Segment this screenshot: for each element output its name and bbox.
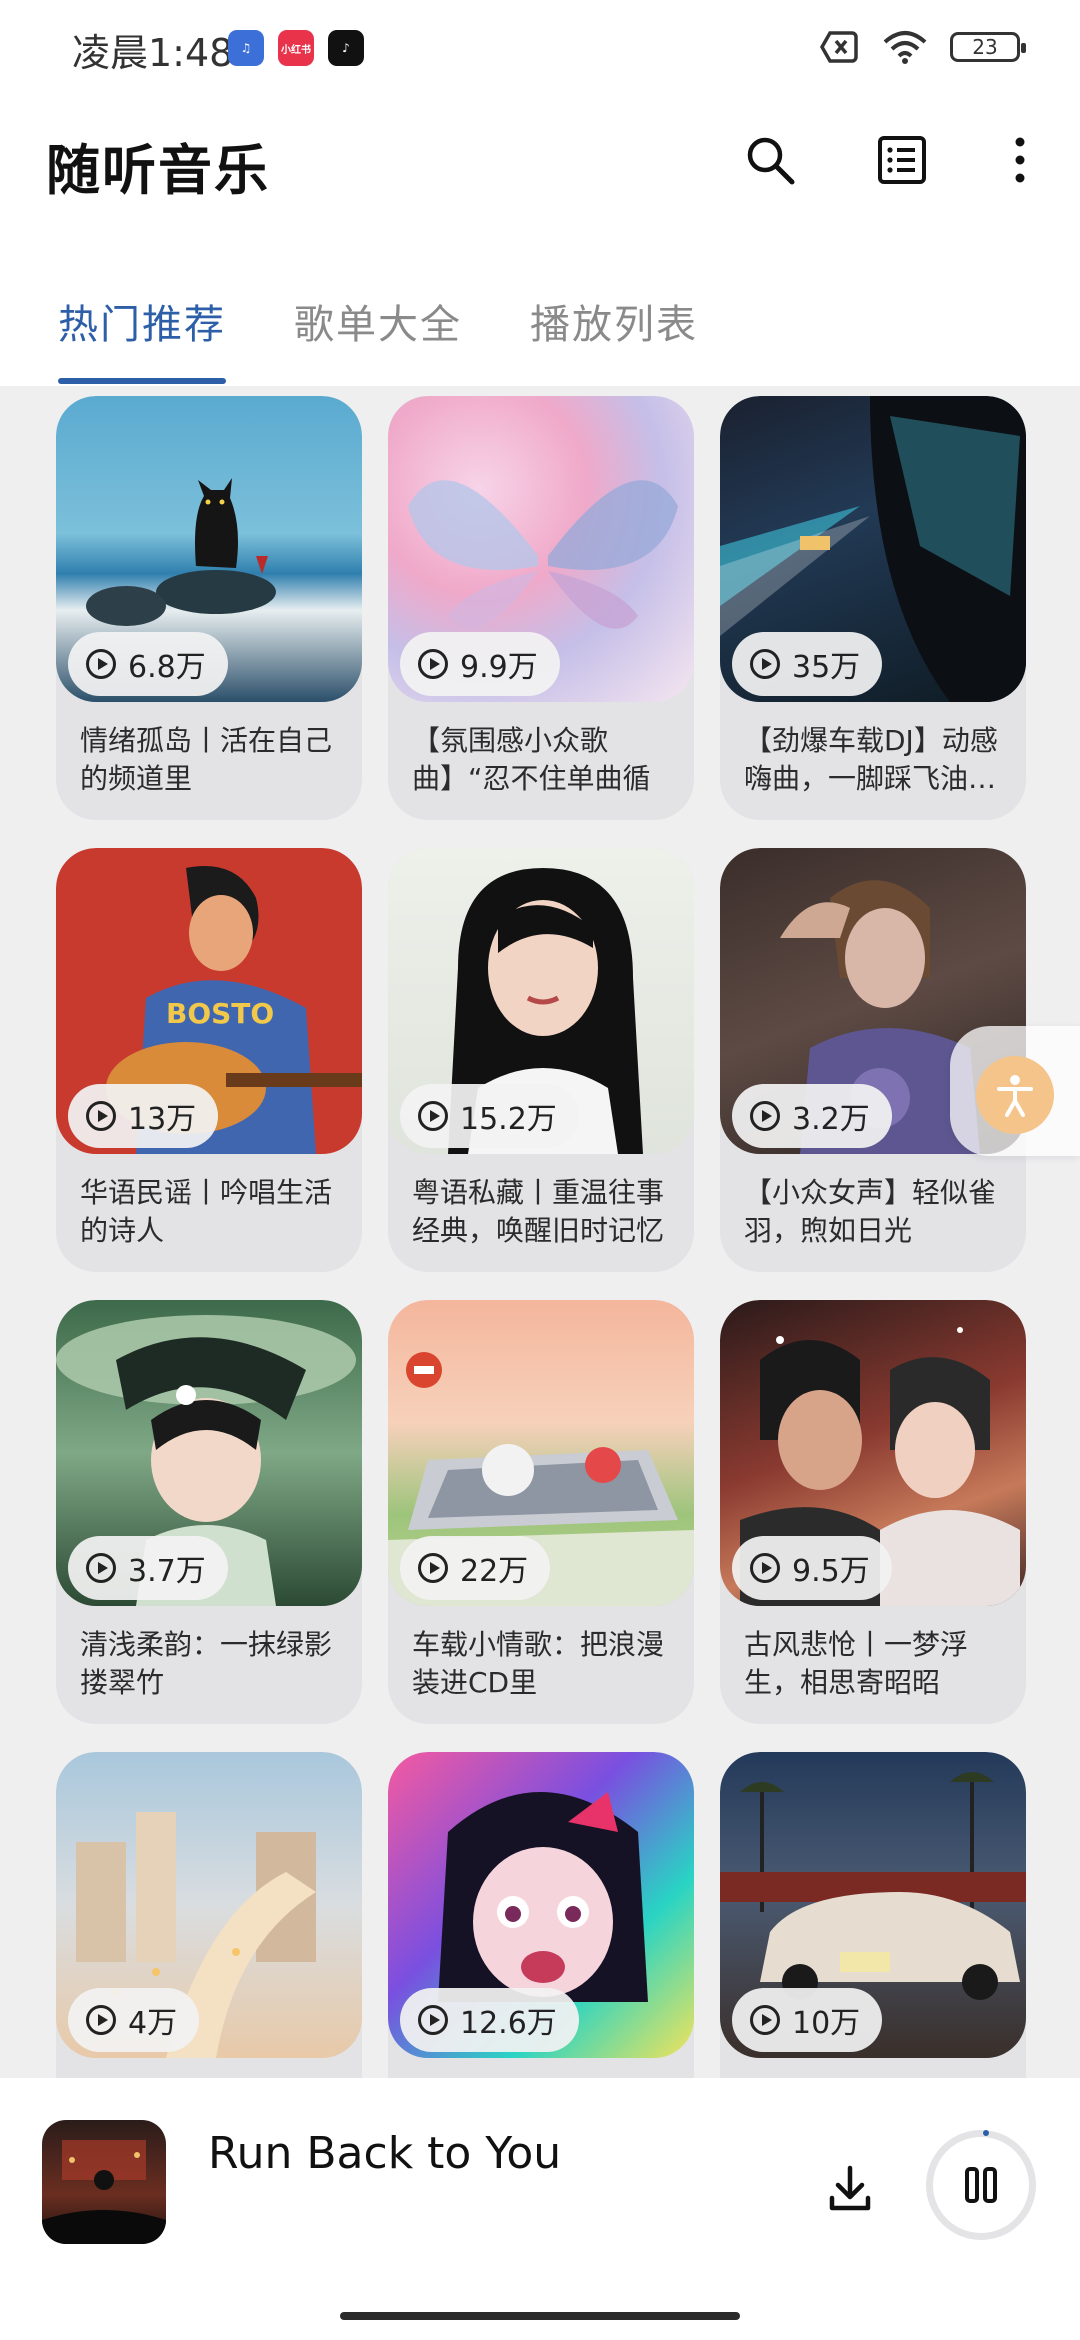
- play-count-badge: 22万: [400, 1536, 551, 1600]
- play-circle-icon: [86, 2005, 116, 2035]
- search-button[interactable]: [740, 130, 800, 190]
- battery-indicator: 23: [950, 32, 1026, 62]
- playlist-title: 情绪孤岛丨活在自己的频道里: [80, 724, 333, 795]
- play-pause-button[interactable]: [926, 2130, 1036, 2240]
- play-count-badge: 9.5万: [732, 1536, 892, 1600]
- xiaohongshu-icon: 小红书: [278, 30, 314, 66]
- play-count-badge: 4万: [68, 1988, 200, 2052]
- playlist-title: 【劲爆车载DJ】动感嗨曲，一脚踩飞油…: [744, 724, 998, 795]
- floating-assist-button[interactable]: [950, 1026, 1080, 1156]
- no-sim-icon: [820, 31, 858, 63]
- playlist-manage-button[interactable]: [872, 130, 932, 190]
- app-title: 随听音乐: [46, 139, 270, 202]
- mini-player[interactable]: Run Back to You: [0, 2078, 1080, 2340]
- home-indicator[interactable]: [340, 2312, 740, 2320]
- wifi-icon: [883, 31, 927, 64]
- play-count-badge: 6.8万: [68, 632, 228, 696]
- tab-play-queue[interactable]: 播放列表: [530, 292, 698, 350]
- play-count-badge: 9.9万: [400, 632, 560, 696]
- play-circle-icon: [750, 2005, 780, 2035]
- playlist-grid: 6.8万 情绪孤岛丨活在自己的频道里 9.9万 【氛围感小众歌曲】“忍不住单曲循…: [0, 386, 1080, 2078]
- play-circle-icon: [750, 1101, 780, 1131]
- play-circle-icon: [418, 1553, 448, 1583]
- download-icon: [829, 2165, 871, 2211]
- playlist-card[interactable]: 3.7万 清浅柔韵：一抹绿影搂翠竹: [56, 1300, 362, 1724]
- play-count-badge: 35万: [732, 632, 883, 696]
- more-options-button[interactable]: [990, 130, 1050, 190]
- play-circle-icon: [86, 649, 116, 679]
- tab-hot-recommend[interactable]: 热门推荐: [58, 292, 226, 350]
- playlist-title: 古风悲怆丨一梦浮生，相思寄昭昭: [744, 1628, 969, 1699]
- status-bar: 凌晨1:48 ♫ 小红书 ♪ 23: [0, 0, 1080, 96]
- search-icon: [747, 137, 795, 185]
- play-circle-icon: [418, 649, 448, 679]
- tab-bar: 热门推荐 歌单大全 播放列表: [0, 280, 1080, 390]
- playlist-title: 车载小情歌：把浪漫装进CD里: [412, 1628, 665, 1699]
- download-button[interactable]: [820, 2158, 880, 2218]
- list-icon: [878, 136, 926, 184]
- playlist-title: 华语民谣丨吟唱生活的诗人: [80, 1176, 333, 1247]
- playlist-title: 清浅柔韵：一抹绿影搂翠竹: [80, 1628, 333, 1699]
- more-vertical-icon: [1015, 137, 1025, 183]
- status-time: 凌晨1:48: [72, 31, 234, 75]
- play-count-badge: 15.2万: [400, 1084, 579, 1148]
- playlist-card[interactable]: 10万: [720, 1752, 1026, 2078]
- play-circle-icon: [418, 1101, 448, 1131]
- play-circle-icon: [418, 2005, 448, 2035]
- play-circle-icon: [750, 649, 780, 679]
- play-count-badge: 3.2万: [732, 1084, 892, 1148]
- playlist-card[interactable]: 9.9万 【氛围感小众歌曲】“忍不住单曲循环！”: [388, 396, 694, 820]
- now-playing-cover: [42, 2120, 166, 2244]
- playlist-card[interactable]: 9.5万 古风悲怆丨一梦浮生，相思寄昭昭: [720, 1300, 1026, 1724]
- play-count-badge: 13万: [68, 1084, 219, 1148]
- play-circle-icon: [86, 1101, 116, 1131]
- now-playing-title: Run Back to You: [208, 2128, 562, 2179]
- playlist-card[interactable]: BOSTO 13万 华语民谣丨吟唱生活的诗人: [56, 848, 362, 1272]
- play-circle-icon: [86, 1553, 116, 1583]
- music-app-icon: ♫: [228, 30, 264, 66]
- playlist-card[interactable]: 15.2万 粤语私藏丨重温往事经典，唤醒旧时记忆: [388, 848, 694, 1272]
- playlist-card[interactable]: 22万 车载小情歌：把浪漫装进CD里: [388, 1300, 694, 1724]
- play-count-badge: 10万: [732, 1988, 883, 2052]
- svg-text:BOSTO: BOSTO: [166, 997, 274, 1030]
- status-right: 23: [820, 30, 1026, 64]
- playlist-title: 【氛围感小众歌曲】“忍不住单曲循环！”: [412, 724, 651, 795]
- playlist-card[interactable]: 35万 【劲爆车载DJ】动感嗨曲，一脚踩飞油…: [720, 396, 1026, 820]
- playlist-card[interactable]: 4万: [56, 1752, 362, 2078]
- play-count-badge: 3.7万: [68, 1536, 228, 1600]
- playlist-card[interactable]: 6.8万 情绪孤岛丨活在自己的频道里: [56, 396, 362, 820]
- progress-indicator: [983, 2130, 989, 2136]
- play-circle-icon: [750, 1553, 780, 1583]
- tab-playlist-collection[interactable]: 歌单大全: [294, 292, 462, 350]
- playlist-title: 粤语私藏丨重温往事经典，唤醒旧时记忆: [412, 1176, 665, 1247]
- tab-active-indicator: [58, 378, 226, 384]
- accessibility-icon: [976, 1056, 1054, 1134]
- pause-icon: [965, 2167, 997, 2203]
- douyin-icon: ♪: [328, 30, 364, 66]
- playlist-card[interactable]: 12.6万: [388, 1752, 694, 2078]
- play-count-badge: 12.6万: [400, 1988, 579, 2052]
- playlist-title: 【小众女声】轻似雀羽，煦如日光: [744, 1176, 997, 1247]
